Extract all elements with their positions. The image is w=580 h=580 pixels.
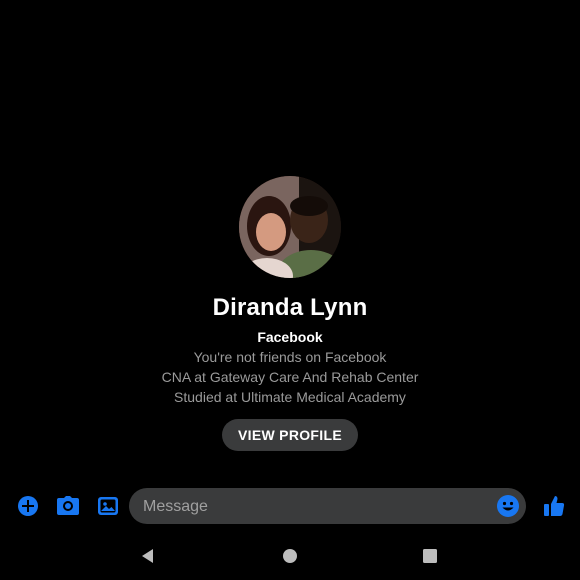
work-info: CNA at Gateway Care And Rehab Center [161, 369, 419, 385]
recents-square-icon[interactable] [418, 544, 442, 568]
message-field [129, 488, 526, 526]
profile-card: Diranda Lynn Facebook You're not friends… [0, 176, 580, 451]
emoji-icon[interactable] [496, 494, 520, 518]
plus-icon[interactable] [14, 492, 42, 520]
profile-avatar[interactable] [239, 176, 341, 278]
thumbs-up-icon[interactable] [540, 492, 568, 520]
message-composer [0, 486, 580, 526]
view-profile-button[interactable]: VIEW PROFILE [222, 419, 358, 451]
message-input[interactable] [141, 488, 495, 526]
gallery-icon[interactable] [94, 492, 122, 520]
profile-source: Facebook [257, 329, 323, 345]
education-info: Studied at Ultimate Medical Academy [174, 389, 406, 405]
system-nav-bar [0, 536, 580, 576]
avatar-photo-graphic [239, 176, 341, 278]
profile-name: Diranda Lynn [212, 294, 368, 321]
home-circle-icon[interactable] [278, 544, 302, 568]
friend-status: You're not friends on Facebook [193, 349, 387, 365]
messenger-screen: Diranda Lynn Facebook You're not friends… [0, 0, 580, 580]
camera-icon[interactable] [54, 492, 82, 520]
back-triangle-icon[interactable] [136, 544, 160, 568]
